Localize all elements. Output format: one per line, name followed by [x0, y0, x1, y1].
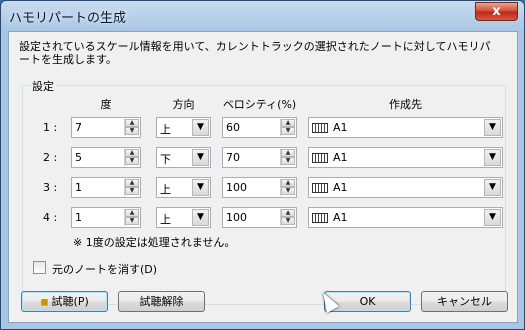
row-4-velocity-spinner[interactable]: 100 ▲ ▼	[222, 207, 297, 228]
spin-down-icon[interactable]: ▼	[125, 127, 139, 135]
spin-up-icon[interactable]: ▲	[281, 209, 295, 217]
cancel-preview-button[interactable]: 試聴解除	[118, 291, 205, 312]
row-2-direction-select[interactable]: 下 ▼	[156, 147, 211, 168]
row-2-direction-value: 下	[160, 153, 171, 166]
spin-down-icon[interactable]: ▼	[281, 187, 295, 195]
row-1-degree-spin-buttons[interactable]: ▲ ▼	[124, 119, 139, 136]
row-2-velocity-spin-buttons[interactable]: ▲ ▼	[280, 149, 295, 166]
row-1-degree-value: 7	[75, 121, 82, 134]
window-title: ハモリパートの生成	[9, 11, 127, 26]
row-4-degree-spinner[interactable]: 1 ▲ ▼	[71, 207, 141, 228]
erase-original-label[interactable]: 元のノートを消す(D)	[52, 261, 157, 277]
spin-up-icon[interactable]: ▲	[281, 179, 295, 187]
track-icon	[312, 123, 328, 133]
row-1-velocity-value: 60	[226, 121, 240, 134]
row-3-label: 3 :	[43, 181, 58, 194]
spin-up-icon[interactable]: ▲	[125, 119, 139, 127]
row-4-degree-spin-buttons[interactable]: ▲ ▼	[124, 209, 139, 226]
row-4-velocity-value: 100	[226, 211, 247, 224]
track-icon	[312, 153, 328, 163]
degree-header: 度	[100, 98, 112, 111]
row-2-degree-spin-buttons[interactable]: ▲ ▼	[124, 149, 139, 166]
row-3-degree-value: 1	[75, 181, 82, 194]
chevron-down-icon[interactable]: ▼	[484, 179, 501, 196]
row-4-label: 4 :	[43, 211, 58, 224]
row-1-direction-value: 上	[160, 123, 171, 136]
description-text: 設定されているスケール情報を用いて、カレントトラックの選択されたノートに対してハ…	[19, 40, 491, 66]
row-3-degree-spin-buttons[interactable]: ▲ ▼	[124, 179, 139, 196]
speaker-icon: ◼	[40, 297, 49, 308]
row-2-velocity-value: 70	[226, 151, 240, 164]
row-3-velocity-spin-buttons[interactable]: ▲ ▼	[280, 179, 295, 196]
degree-note: ※ 1度の設定は処理されません。	[73, 236, 236, 249]
ok-button[interactable]: OK	[324, 291, 411, 312]
row-1-velocity-spinner[interactable]: 60 ▲ ▼	[222, 117, 297, 138]
row-2-target-select[interactable]: A1 ▼	[308, 147, 503, 168]
spin-down-icon[interactable]: ▼	[125, 157, 139, 165]
row-3-velocity-spinner[interactable]: 100 ▲ ▼	[222, 177, 297, 198]
close-button[interactable]: x	[475, 2, 518, 21]
row-4-target-select[interactable]: A1 ▼	[308, 207, 503, 228]
row-4-velocity-spin-buttons[interactable]: ▲ ▼	[280, 209, 295, 226]
spin-up-icon[interactable]: ▲	[125, 209, 139, 217]
velocity-header: ベロシティ(%)	[222, 98, 297, 111]
row-4-direction-value: 上	[160, 213, 171, 226]
settings-group: 設定 度 方向 ベロシティ(%) 作成先 1 : 7 ▲ ▼ 上 ▼ 60 ▲ …	[22, 78, 506, 305]
chevron-down-icon[interactable]: ▼	[192, 209, 209, 226]
cancel-button[interactable]: キャンセル	[421, 291, 508, 312]
preview-button[interactable]: ◼ 試聴(P)	[21, 291, 108, 312]
row-2-degree-spinner[interactable]: 5 ▲ ▼	[71, 147, 141, 168]
track-icon	[312, 213, 328, 223]
spin-down-icon[interactable]: ▼	[125, 217, 139, 225]
row-4-direction-select[interactable]: 上 ▼	[156, 207, 211, 228]
chevron-down-icon[interactable]: ▼	[192, 149, 209, 166]
erase-original-checkbox[interactable]	[33, 261, 46, 274]
spin-up-icon[interactable]: ▲	[281, 119, 295, 127]
spin-down-icon[interactable]: ▼	[281, 157, 295, 165]
chevron-down-icon[interactable]: ▼	[192, 179, 209, 196]
direction-header: 方向	[172, 98, 195, 111]
dialog-window: ハモリパートの生成 x 設定されているスケール情報を用いて、カレントトラックの選…	[0, 0, 525, 330]
row-4-target-value: A1	[333, 211, 348, 224]
chevron-down-icon[interactable]: ▼	[484, 119, 501, 136]
spin-up-icon[interactable]: ▲	[281, 149, 295, 157]
dialog-body: 設定されているスケール情報を用いて、カレントトラックの選択されたノートに対してハ…	[8, 31, 518, 323]
row-3-direction-select[interactable]: 上 ▼	[156, 177, 211, 198]
spin-down-icon[interactable]: ▼	[281, 127, 295, 135]
row-3-velocity-value: 100	[226, 181, 247, 194]
row-4-degree-value: 1	[75, 211, 82, 224]
chevron-down-icon[interactable]: ▼	[484, 149, 501, 166]
row-1-target-select[interactable]: A1 ▼	[308, 117, 503, 138]
row-3-target-select[interactable]: A1 ▼	[308, 177, 503, 198]
title-bar[interactable]: ハモリパートの生成 x	[1, 1, 524, 31]
track-icon	[312, 183, 328, 193]
spin-up-icon[interactable]: ▲	[125, 149, 139, 157]
preview-button-label: 試聴(P)	[51, 295, 89, 308]
row-3-direction-value: 上	[160, 183, 171, 196]
row-2-velocity-spinner[interactable]: 70 ▲ ▼	[222, 147, 297, 168]
spin-down-icon[interactable]: ▼	[125, 187, 139, 195]
spin-up-icon[interactable]: ▲	[125, 179, 139, 187]
settings-group-label: 設定	[30, 78, 56, 94]
row-1-target-value: A1	[333, 121, 348, 134]
row-1-direction-select[interactable]: 上 ▼	[156, 117, 211, 138]
row-3-target-value: A1	[333, 181, 348, 194]
chevron-down-icon[interactable]: ▼	[484, 209, 501, 226]
row-1-degree-spinner[interactable]: 7 ▲ ▼	[71, 117, 141, 138]
spin-down-icon[interactable]: ▼	[281, 217, 295, 225]
row-1-label: 1 :	[43, 121, 58, 134]
row-2-label: 2 :	[43, 151, 58, 164]
row-3-degree-spinner[interactable]: 1 ▲ ▼	[71, 177, 141, 198]
row-2-target-value: A1	[333, 151, 348, 164]
row-1-velocity-spin-buttons[interactable]: ▲ ▼	[280, 119, 295, 136]
row-2-degree-value: 5	[75, 151, 82, 164]
target-header: 作成先	[389, 98, 422, 111]
chevron-down-icon[interactable]: ▼	[192, 119, 209, 136]
